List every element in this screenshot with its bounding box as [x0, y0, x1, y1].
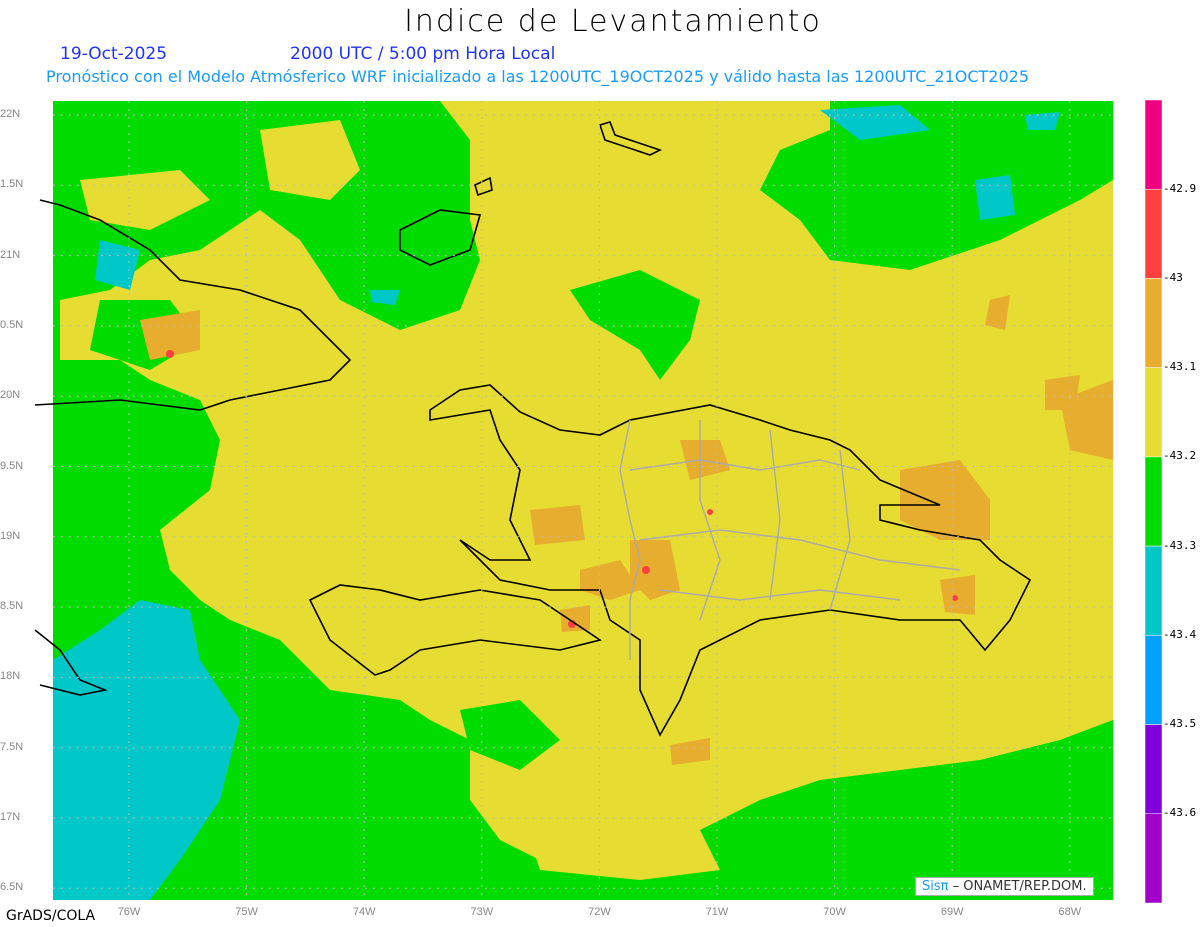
lat-label: 8.5N: [0, 600, 24, 613]
lon-label: 71W: [705, 906, 729, 918]
colorbar-bin: [1144, 456, 1163, 547]
colorbar-bin: [1144, 367, 1163, 458]
colorbar-bin: [1144, 635, 1163, 725]
colorbar-label: -43: [1163, 271, 1183, 284]
credit-text: – ONAMET/REP.DOM.: [952, 879, 1087, 894]
lat-label: 22N: [0, 108, 21, 120]
colorbar-label: -43.3: [1163, 539, 1197, 552]
lon-label: 76W: [117, 906, 141, 918]
lon-label: 72W: [588, 906, 611, 918]
colorbar-bin: [1144, 813, 1163, 904]
lat-label: 17N: [0, 811, 21, 823]
lat-label: 9.5N: [0, 459, 24, 472]
colorbar-label: -43.1: [1163, 360, 1197, 373]
lon-label: 75W: [235, 906, 258, 918]
onamet-credit: Sisπ – ONAMET/REP.DOM.: [915, 877, 1094, 896]
lat-label: 0.5N: [0, 318, 24, 331]
lifted-index-map: [34, 99, 1163, 904]
colorbar-label: -43.5: [1163, 717, 1197, 730]
colorbar-label: -43.6: [1163, 806, 1197, 819]
colorbar-label: -43.4: [1163, 628, 1197, 641]
lon-label: 74W: [352, 906, 376, 918]
colorbar-label: -43.2: [1163, 449, 1197, 462]
lat-label: 18N: [0, 670, 21, 683]
sispi-logo: Sisπ: [922, 879, 949, 894]
lat-label: 7.5N: [0, 740, 24, 753]
lon-label: 68W: [1058, 906, 1082, 918]
lat-label: 19N: [0, 529, 21, 542]
colorbar-bin: [1144, 99, 1163, 190]
lon-label: 73W: [470, 906, 494, 918]
lat-label: 20N: [0, 389, 21, 402]
colorbar-bin: [1144, 188, 1163, 279]
lat-label: 6.5N: [0, 881, 24, 894]
colorbar-bin: [1144, 278, 1163, 368]
lon-label: 70W: [823, 906, 846, 918]
lat-label: 1.5N: [0, 178, 24, 191]
lat-label: 21N: [0, 248, 21, 261]
lon-label: 69W: [940, 906, 964, 918]
colorbar-bin: [1144, 545, 1163, 636]
colorbar-label: -42.9: [1163, 182, 1197, 195]
colorbar: [1144, 99, 1163, 904]
grads-credit: GrADS/COLA: [6, 908, 96, 924]
colorbar-bin: [1144, 724, 1163, 815]
